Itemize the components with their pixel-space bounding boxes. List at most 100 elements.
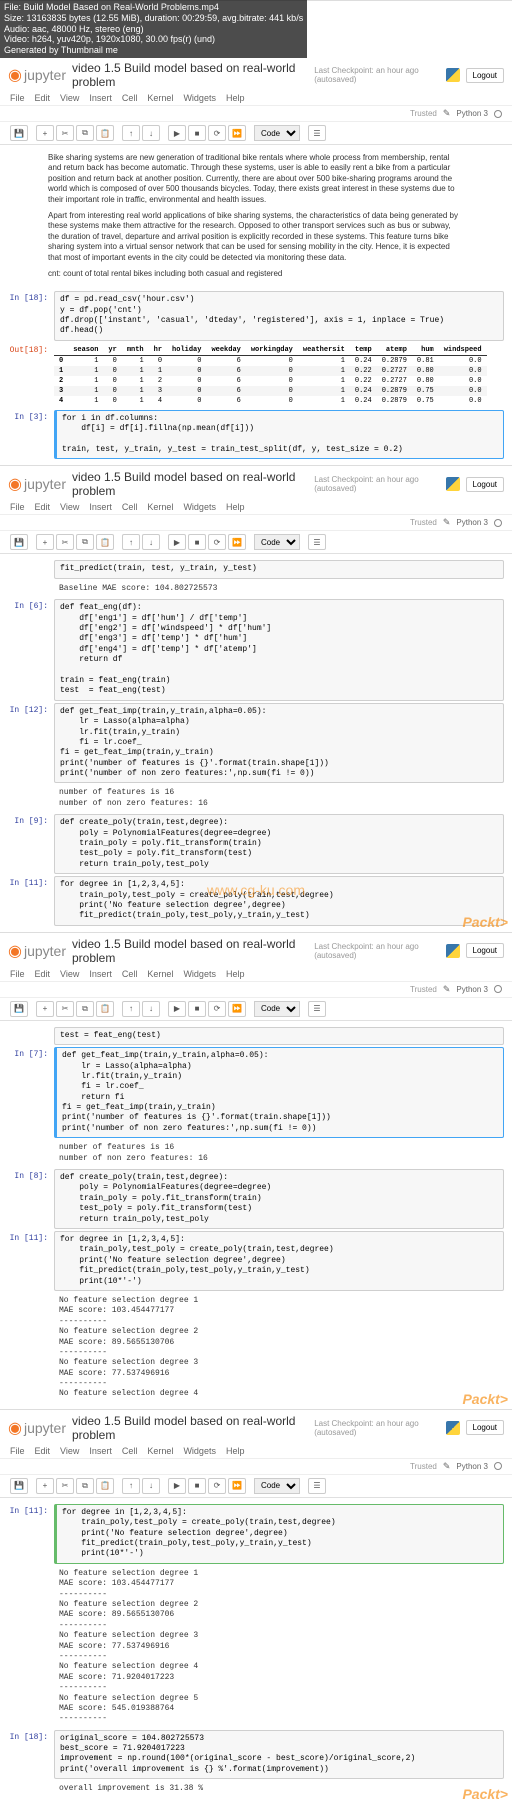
logout-button[interactable]: Logout xyxy=(466,477,504,492)
jupyter-logo[interactable]: ◉jupyter xyxy=(8,1418,66,1438)
move-up-button[interactable]: ↑ xyxy=(122,1478,140,1494)
cell-in18[interactable]: In [18]: df = pd.read_csv('hour.csv') y … xyxy=(8,291,504,341)
notebook-title[interactable]: video 1.5 Build model based on real-worl… xyxy=(72,470,310,498)
add-cell-button[interactable]: + xyxy=(36,1478,54,1494)
menu-cell[interactable]: Cell xyxy=(122,93,138,103)
menu-kernel[interactable]: Kernel xyxy=(147,502,173,512)
trusted-indicator[interactable]: Trusted xyxy=(410,1462,437,1471)
move-down-button[interactable]: ↓ xyxy=(142,1001,160,1017)
move-up-button[interactable]: ↑ xyxy=(122,534,140,550)
paste-button[interactable]: 📋 xyxy=(96,1001,114,1017)
cut-button[interactable]: ✂ xyxy=(56,1478,74,1494)
cut-button[interactable]: ✂ xyxy=(56,534,74,550)
run-button[interactable]: ▶ xyxy=(168,125,186,141)
menu-kernel[interactable]: Kernel xyxy=(147,1446,173,1456)
menu-edit[interactable]: Edit xyxy=(35,93,51,103)
menu-help[interactable]: Help xyxy=(226,93,245,103)
cell-in11b[interactable]: In [11]: for degree in [1,2,3,4,5]: trai… xyxy=(8,1231,504,1291)
command-palette-button[interactable]: ☰ xyxy=(308,1001,326,1017)
menu-kernel[interactable]: Kernel xyxy=(147,93,173,103)
command-palette-button[interactable]: ☰ xyxy=(308,534,326,550)
save-button[interactable]: 💾 xyxy=(10,534,28,550)
menu-widgets[interactable]: Widgets xyxy=(183,502,216,512)
move-down-button[interactable]: ↓ xyxy=(142,125,160,141)
logout-button[interactable]: Logout xyxy=(466,943,504,958)
move-down-button[interactable]: ↓ xyxy=(142,534,160,550)
menu-cell[interactable]: Cell xyxy=(122,502,138,512)
cell-in8[interactable]: In [8]: def create_poly(train,test,degre… xyxy=(8,1169,504,1229)
kernel-name[interactable]: Python 3 xyxy=(456,1462,488,1471)
restart-button[interactable]: ⟳ xyxy=(208,534,226,550)
kernel-name[interactable]: Python 3 xyxy=(456,109,488,118)
kernel-name[interactable]: Python 3 xyxy=(456,518,488,527)
notebook-title[interactable]: video 1.5 Build model based on real-worl… xyxy=(72,1414,310,1442)
menu-view[interactable]: View xyxy=(60,969,79,979)
cut-button[interactable]: ✂ xyxy=(56,125,74,141)
menu-edit[interactable]: Edit xyxy=(35,502,51,512)
celltype-select[interactable]: Code xyxy=(254,1478,300,1494)
menu-file[interactable]: File xyxy=(10,93,25,103)
paste-button[interactable]: 📋 xyxy=(96,125,114,141)
celltype-select[interactable]: Code xyxy=(254,1001,300,1017)
code-editor[interactable]: def get_feat_imp(train,y_train,alpha=0.0… xyxy=(54,703,504,784)
code-editor[interactable]: original_score = 104.802725573 best_scor… xyxy=(54,1730,504,1780)
code-editor[interactable]: for degree in [1,2,3,4,5]: train_poly,te… xyxy=(54,1504,504,1564)
restart-button[interactable]: ⟳ xyxy=(208,125,226,141)
logout-button[interactable]: Logout xyxy=(466,68,504,83)
code-editor[interactable]: def create_poly(train,test,degree): poly… xyxy=(54,1169,504,1229)
logout-button[interactable]: Logout xyxy=(466,1420,504,1435)
cell-in9[interactable]: In [9]: def create_poly(train,test,degre… xyxy=(8,814,504,874)
pencil-icon[interactable]: ✎ xyxy=(443,1461,451,1472)
stop-button[interactable]: ■ xyxy=(188,125,206,141)
restart-button[interactable]: ⟳ xyxy=(208,1001,226,1017)
copy-button[interactable]: ⧉ xyxy=(76,1478,94,1494)
menu-cell[interactable]: Cell xyxy=(122,969,138,979)
menu-widgets[interactable]: Widgets xyxy=(183,93,216,103)
menu-cell[interactable]: Cell xyxy=(122,1446,138,1456)
paste-button[interactable]: 📋 xyxy=(96,1478,114,1494)
code-editor[interactable]: for degree in [1,2,3,4,5]: train_poly,te… xyxy=(54,1231,504,1291)
pencil-icon[interactable]: ✎ xyxy=(443,984,451,995)
menu-file[interactable]: File xyxy=(10,1446,25,1456)
menu-kernel[interactable]: Kernel xyxy=(147,969,173,979)
kernel-name[interactable]: Python 3 xyxy=(456,985,488,994)
menu-widgets[interactable]: Widgets xyxy=(183,1446,216,1456)
trusted-indicator[interactable]: Trusted xyxy=(410,109,437,118)
code-editor[interactable]: def get_feat_imp(train,y_train,alpha=0.0… xyxy=(54,1047,504,1138)
add-cell-button[interactable]: + xyxy=(36,534,54,550)
move-down-button[interactable]: ↓ xyxy=(142,1478,160,1494)
restart-run-button[interactable]: ⏩ xyxy=(228,1001,246,1017)
kernel-indicator-icon[interactable] xyxy=(494,985,502,993)
stop-button[interactable]: ■ xyxy=(188,1001,206,1017)
menu-view[interactable]: View xyxy=(60,1446,79,1456)
save-button[interactable]: 💾 xyxy=(10,1001,28,1017)
code-editor[interactable]: fit_predict(train, test, y_train, y_test… xyxy=(54,560,504,578)
cell-in18b[interactable]: In [18]: original_score = 104.802725573 … xyxy=(8,1730,504,1780)
move-up-button[interactable]: ↑ xyxy=(122,1001,140,1017)
trusted-indicator[interactable]: Trusted xyxy=(410,518,437,527)
cell-in6[interactable]: In [6]: def feat_eng(df): df['eng1'] = d… xyxy=(8,599,504,701)
cell-in12[interactable]: In [12]: def get_feat_imp(train,y_train,… xyxy=(8,703,504,784)
paste-button[interactable]: 📋 xyxy=(96,534,114,550)
run-button[interactable]: ▶ xyxy=(168,534,186,550)
kernel-indicator-icon[interactable] xyxy=(494,110,502,118)
copy-button[interactable]: ⧉ xyxy=(76,1001,94,1017)
menu-edit[interactable]: Edit xyxy=(35,969,51,979)
code-editor[interactable]: for i in df.columns: df[i] = df[i].filln… xyxy=(54,410,504,460)
menu-view[interactable]: View xyxy=(60,502,79,512)
add-cell-button[interactable]: + xyxy=(36,1001,54,1017)
menu-help[interactable]: Help xyxy=(226,969,245,979)
save-button[interactable]: 💾 xyxy=(10,1478,28,1494)
menu-edit[interactable]: Edit xyxy=(35,1446,51,1456)
run-button[interactable]: ▶ xyxy=(168,1001,186,1017)
run-button[interactable]: ▶ xyxy=(168,1478,186,1494)
menu-insert[interactable]: Insert xyxy=(89,969,112,979)
menu-insert[interactable]: Insert xyxy=(89,1446,112,1456)
menu-help[interactable]: Help xyxy=(226,502,245,512)
cell-in3[interactable]: In [3]: for i in df.columns: df[i] = df[… xyxy=(8,410,504,460)
add-cell-button[interactable]: + xyxy=(36,125,54,141)
command-palette-button[interactable]: ☰ xyxy=(308,1478,326,1494)
markdown-cell[interactable]: Bike sharing systems are new generation … xyxy=(8,149,504,289)
celltype-select[interactable]: Code xyxy=(254,534,300,550)
menu-file[interactable]: File xyxy=(10,502,25,512)
